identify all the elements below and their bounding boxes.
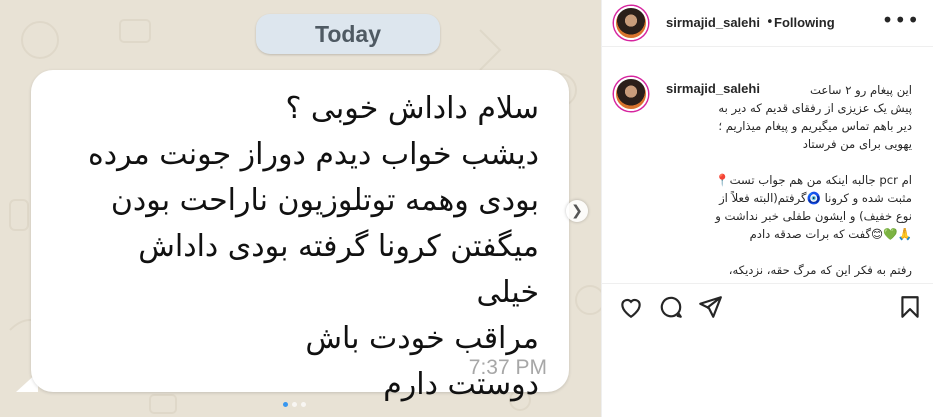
- carousel-indicator: [283, 402, 306, 407]
- message-timestamp: 7:37 PM: [468, 356, 547, 379]
- carousel-dot: [292, 402, 297, 407]
- carousel-dot: [301, 402, 306, 407]
- comment-icon[interactable]: [658, 294, 684, 320]
- bookmark-icon[interactable]: [897, 294, 923, 320]
- action-bar: [602, 283, 933, 329]
- more-horizontal-icon[interactable]: •••: [882, 8, 920, 32]
- share-icon[interactable]: [697, 294, 723, 320]
- date-separator: Today: [256, 14, 440, 54]
- caption-text: این پیغام رو ۲ ساعت پیش یک عزیزی از رفقا…: [715, 83, 912, 277]
- header-username[interactable]: sirmajid_salehi: [666, 15, 760, 30]
- caption-avatar[interactable]: [614, 77, 648, 111]
- caption-area: sirmajid_salehi این پیغام رو ۲ ساعت پیش …: [602, 47, 933, 283]
- separator-dot: •: [766, 15, 774, 30]
- avatar[interactable]: [614, 6, 648, 40]
- post-header: sirmajid_salehi • Following •••: [602, 0, 933, 47]
- post-media[interactable]: Today سلام داداش خوبی ؟ دیشب خواب دیدم د…: [0, 0, 601, 417]
- carousel-dot-active: [283, 402, 288, 407]
- following-button[interactable]: Following: [774, 15, 835, 30]
- message-bubble: سلام داداش خوبی ؟ دیشب خواب دیدم دوراز ج…: [31, 70, 569, 402]
- instagram-post-view: Today سلام داداش خوبی ؟ دیشب خواب دیدم د…: [0, 0, 933, 417]
- post-sidebar: sirmajid_salehi • Following ••• sirmajid…: [601, 0, 933, 417]
- heart-icon[interactable]: [618, 294, 644, 320]
- next-slide-icon[interactable]: ❯: [566, 200, 588, 222]
